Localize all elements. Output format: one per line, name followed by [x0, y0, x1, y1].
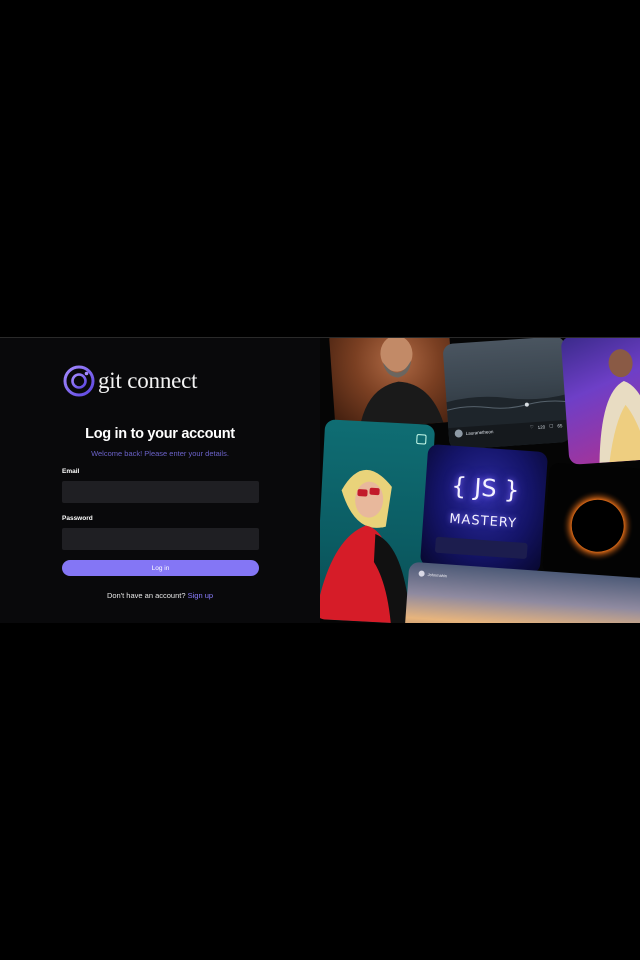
avatar	[418, 570, 425, 577]
signup-prompt: Don't have an account?	[106, 591, 186, 600]
avatar	[454, 429, 463, 438]
app-window: git connect Log in to your account Welco…	[0, 337, 640, 623]
signup-row: Don't have an account? Sign up	[60, 591, 260, 600]
heart-icon: ♡	[529, 424, 534, 430]
password-label: Password	[62, 515, 93, 522]
login-button[interactable]: Log in	[62, 560, 259, 576]
post-username: Lauranetheon	[465, 428, 494, 436]
page-subtitle: Welcome back! Please enter your details.	[91, 449, 229, 458]
page-title: Log in to your account	[85, 426, 235, 442]
collage-card-portrait	[328, 338, 456, 431]
collage-card-js-mastery: { JS } MASTERY	[419, 443, 549, 575]
js-mastery-word: MASTERY	[448, 511, 518, 532]
collage-card-post: Lauranetheon ♡ 120 ▢ 65	[442, 338, 572, 451]
bookmark-icon	[416, 434, 427, 445]
js-brace-text: { JS }	[450, 471, 521, 505]
man-silhouette	[359, 338, 444, 429]
image-collage: Lauranetheon ♡ 120 ▢ 65 {JS} MASTERY J…	[320, 338, 640, 623]
collage-card-eclipse	[542, 462, 640, 582]
password-field[interactable]	[62, 528, 259, 550]
eclipse-graphic	[561, 489, 634, 562]
email-label: Email	[62, 468, 80, 475]
sunset-username: Johnmahin	[427, 571, 448, 578]
login-pane: git connect Log in to your account Welco…	[0, 338, 320, 623]
comment-icon: ▢	[548, 422, 554, 429]
collage-card-neon-person	[560, 338, 640, 465]
like-count: 120	[537, 423, 546, 430]
logo-ring-icon	[63, 365, 95, 397]
comment-count: 65	[557, 422, 563, 429]
brand-name: git connect	[98, 368, 198, 393]
brand-logo: git connect	[62, 364, 198, 398]
keyboard-graphic	[434, 536, 528, 560]
sunset-header: Johnmahin	[418, 570, 447, 578]
person-silhouette	[599, 349, 640, 463]
email-field[interactable]	[62, 481, 259, 503]
signup-link[interactable]: Sign up	[188, 591, 213, 600]
